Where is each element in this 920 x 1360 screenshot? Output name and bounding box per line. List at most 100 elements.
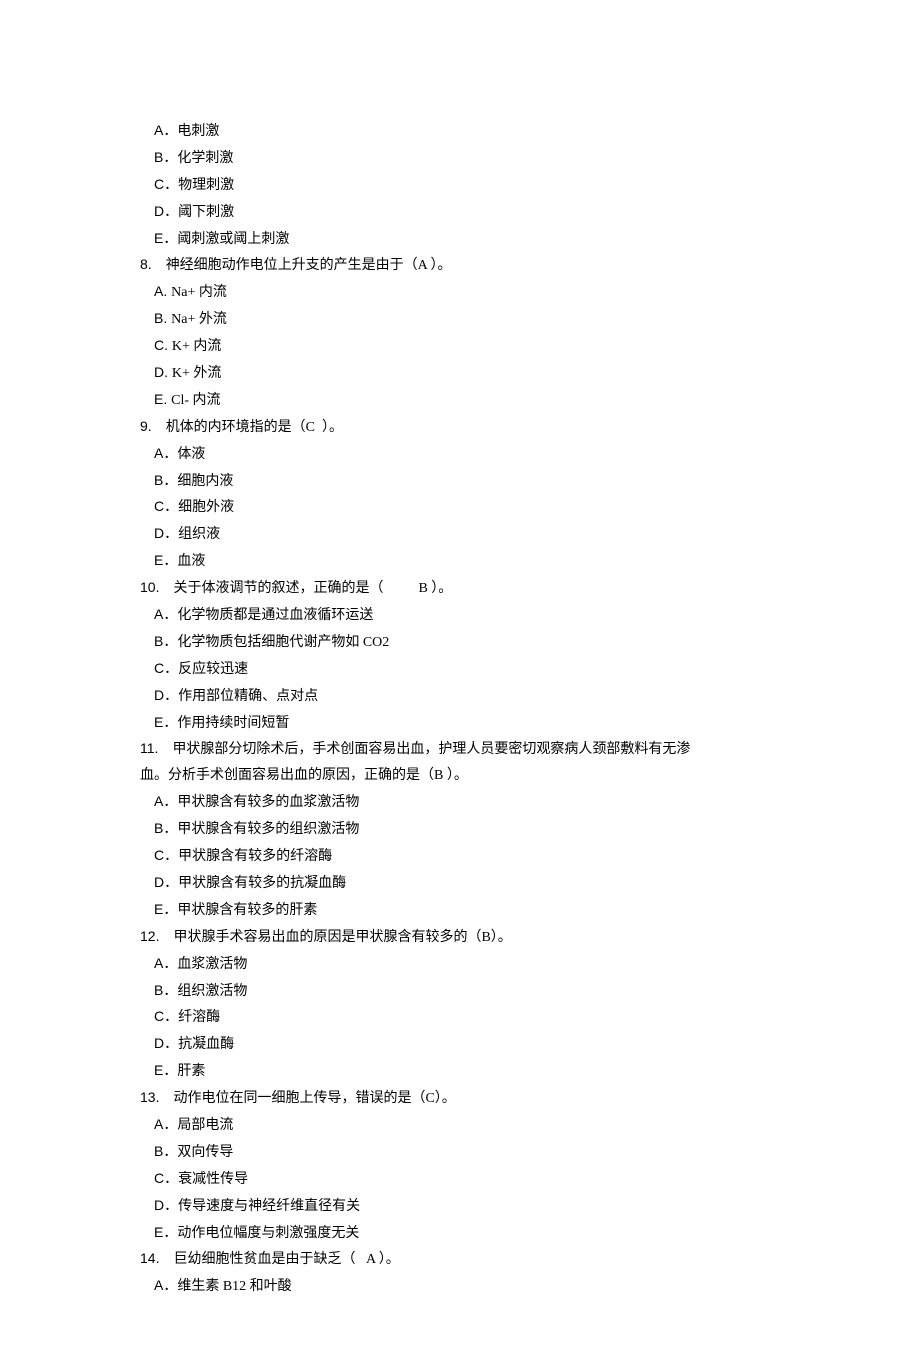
option-text: 反应较迅速 [178, 662, 248, 677]
question-number: 12. [140, 928, 173, 944]
option-label: D． [154, 1197, 178, 1213]
option-label: D． [154, 1035, 178, 1051]
option-label: E． [154, 230, 177, 246]
question-line: 8. 神经细胞动作电位上升支的产生是由于（A ）。 [140, 252, 780, 279]
option-label: C． [154, 176, 178, 192]
answer-option: C．细胞外液 [140, 494, 780, 521]
option-text: 化学物质包括细胞代谢产物如 CO2 [177, 635, 389, 650]
option-label: C． [154, 1170, 178, 1186]
option-text: Cl- 内流 [171, 393, 220, 408]
option-text: 甲状腺含有较多的组织激活物 [177, 822, 359, 837]
option-text: 甲状腺含有较多的抗凝血酶 [178, 876, 346, 891]
question-number: 14. [140, 1250, 173, 1266]
option-label: B． [154, 1143, 177, 1159]
option-text: Na+ 外流 [171, 312, 227, 327]
answer-option: C．甲状腺含有较多的纤溶酶 [140, 843, 780, 870]
option-label: E． [154, 552, 177, 568]
answer-option: A．局部电流 [140, 1112, 780, 1139]
option-text: 甲状腺含有较多的血浆激活物 [177, 795, 359, 810]
option-text: 阈刺激或阈上刺激 [177, 232, 289, 247]
question-number: 11. [140, 740, 172, 756]
option-text: 血液 [177, 554, 205, 569]
option-text: 化学物质都是通过血液循环运送 [177, 608, 373, 623]
answer-option: E. Cl- 内流 [140, 387, 780, 414]
question-text: 关于体液调节的叙述，正确的是（ B ）。 [173, 581, 452, 596]
answer-option: B．甲状腺含有较多的组织激活物 [140, 816, 780, 843]
option-label: D． [154, 874, 178, 890]
question-line: 12. 甲状腺手术容易出血的原因是甲状腺含有较多的（B）。 [140, 924, 780, 951]
option-text: 衰减性传导 [178, 1172, 248, 1187]
option-text: 作用持续时间短暂 [177, 716, 289, 731]
option-text: 组织激活物 [177, 984, 247, 999]
answer-option: D．抗凝血酶 [140, 1031, 780, 1058]
option-label: D． [154, 525, 178, 541]
question-text: 神经细胞动作电位上升支的产生是由于（A ）。 [166, 258, 452, 273]
question-line: 10. 关于体液调节的叙述，正确的是（ B ）。 [140, 575, 780, 602]
answer-option: E．肝素 [140, 1058, 780, 1085]
answer-option: E．血液 [140, 548, 780, 575]
question-number: 9. [140, 418, 166, 434]
question-text: 甲状腺手术容易出血的原因是甲状腺含有较多的（B）。 [173, 930, 511, 945]
answer-option: A．甲状腺含有较多的血浆激活物 [140, 789, 780, 816]
document-body: A．电刺激B．化学刺激C．物理刺激D．阈下刺激E．阈刺激或阈上刺激8. 神经细胞… [140, 118, 780, 1300]
option-text: 细胞内液 [177, 474, 233, 489]
option-label: A． [154, 1277, 177, 1293]
answer-option: B．化学刺激 [140, 145, 780, 172]
option-text: K+ 内流 [172, 339, 222, 354]
option-label: A． [154, 955, 177, 971]
answer-option: B. Na+ 外流 [140, 306, 780, 333]
option-text: 作用部位精确、点对点 [178, 689, 318, 704]
option-text: 组织液 [178, 527, 220, 542]
option-label: A． [154, 793, 177, 809]
option-text: 物理刺激 [178, 178, 234, 193]
answer-option: E．阈刺激或阈上刺激 [140, 226, 780, 253]
answer-option: E．甲状腺含有较多的肝素 [140, 897, 780, 924]
option-text: 血浆激活物 [177, 957, 247, 972]
answer-option: A．化学物质都是通过血液循环运送 [140, 602, 780, 629]
answer-option: D．组织液 [140, 521, 780, 548]
question-number: 10. [140, 579, 173, 595]
option-text: 肝素 [177, 1064, 205, 1079]
question-text: 动作电位在同一细胞上传导，错误的是（C）。 [173, 1091, 455, 1106]
option-text: 双向传导 [177, 1145, 233, 1160]
option-text: 动作电位幅度与刺激强度无关 [177, 1226, 359, 1241]
option-text: K+ 外流 [172, 366, 222, 381]
answer-option: D．传导速度与神经纤维直径有关 [140, 1193, 780, 1220]
question-number: 13. [140, 1089, 173, 1105]
answer-option: D. K+ 外流 [140, 360, 780, 387]
answer-option: D．阈下刺激 [140, 199, 780, 226]
option-label: A． [154, 606, 177, 622]
answer-option: C．物理刺激 [140, 172, 780, 199]
answer-option: C．衰减性传导 [140, 1166, 780, 1193]
answer-option: C．纤溶酶 [140, 1004, 780, 1031]
option-text: 维生素 B12 和叶酸 [177, 1279, 291, 1294]
answer-option: C．反应较迅速 [140, 656, 780, 683]
option-label: D． [154, 687, 178, 703]
answer-option: A. Na+ 内流 [140, 279, 780, 306]
question-line: 11. 甲状腺部分切除术后，手术创面容易出血，护理人员要密切观察病人颈部敷料有无… [140, 736, 780, 763]
option-text: 局部电流 [177, 1118, 233, 1133]
option-label: C． [154, 660, 178, 676]
answer-option: B．双向传导 [140, 1139, 780, 1166]
option-label: B． [154, 982, 177, 998]
option-text: 甲状腺含有较多的纤溶酶 [178, 849, 332, 864]
option-text: 抗凝血酶 [178, 1037, 234, 1052]
answer-option: E．动作电位幅度与刺激强度无关 [140, 1220, 780, 1247]
option-label: E． [154, 714, 177, 730]
option-label: A． [154, 445, 177, 461]
option-label: C． [154, 847, 178, 863]
option-label: D. [154, 364, 172, 380]
option-label: D． [154, 203, 178, 219]
option-label: C. [154, 337, 172, 353]
answer-option: A．维生素 B12 和叶酸 [140, 1273, 780, 1300]
option-text: 电刺激 [177, 124, 219, 139]
option-label: E． [154, 901, 177, 917]
answer-option: A．血浆激活物 [140, 951, 780, 978]
option-label: E. [154, 391, 171, 407]
option-label: B． [154, 149, 177, 165]
answer-option: D．甲状腺含有较多的抗凝血酶 [140, 870, 780, 897]
answer-option: C. K+ 内流 [140, 333, 780, 360]
option-text: 体液 [177, 447, 205, 462]
option-text: 阈下刺激 [178, 205, 234, 220]
option-text: 甲状腺含有较多的肝素 [177, 903, 317, 918]
